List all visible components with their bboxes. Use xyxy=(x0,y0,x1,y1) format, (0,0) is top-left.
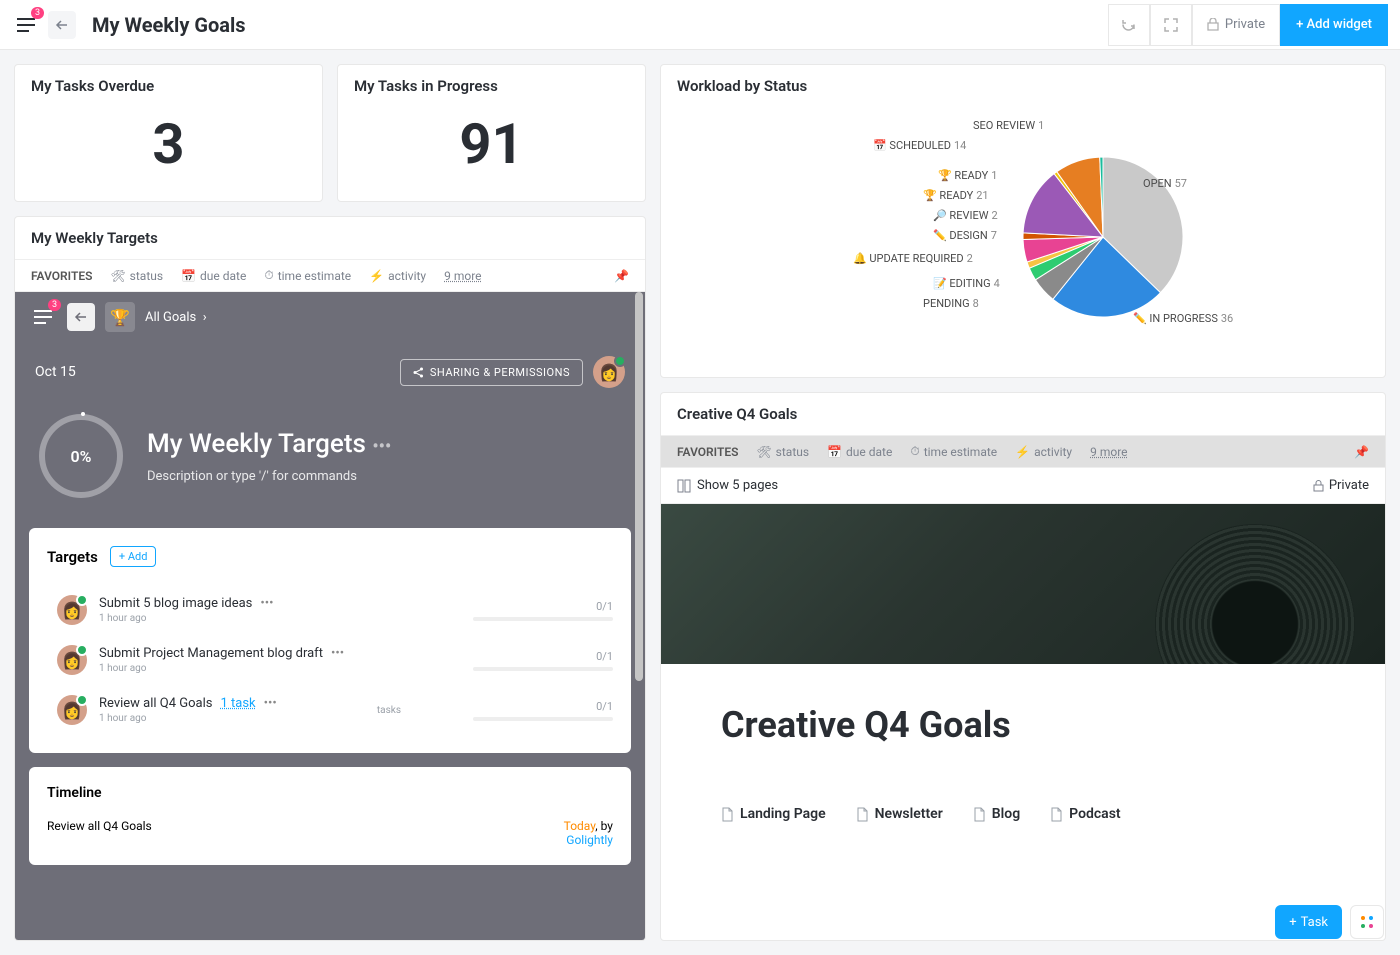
overdue-value: 3 xyxy=(15,107,322,201)
trophy-button[interactable]: 🏆 xyxy=(105,302,135,332)
menu-button[interactable]: 3 xyxy=(12,11,40,39)
pie-label: 📅 SCHEDULED14 xyxy=(873,139,966,152)
filter-favorites[interactable]: FAVORITES xyxy=(677,445,738,459)
pie-label: PENDING8 xyxy=(923,297,979,310)
in-progress-value: 91 xyxy=(338,107,645,201)
goals-hero-description[interactable]: Description or type '/' for commands xyxy=(147,469,391,484)
timeline-item[interactable]: Review all Q4 Goals xyxy=(47,819,152,847)
weekly-targets-card: My Weekly Targets FAVORITES 🛠status 📅due… xyxy=(14,216,646,941)
pie-label: 🔔 UPDATE REQUIRED2 xyxy=(853,252,973,265)
filter-status[interactable]: 🛠status xyxy=(110,269,163,283)
in-progress-label: My Tasks in Progress xyxy=(338,65,645,107)
creative-goals-card: Creative Q4 Goals FAVORITES 🛠status 📅due… xyxy=(660,392,1386,941)
private-button[interactable]: Private xyxy=(1192,4,1280,46)
filter-status[interactable]: 🛠status xyxy=(756,445,809,459)
page-title: My Weekly Goals xyxy=(92,13,246,37)
filter-more[interactable]: 9 more xyxy=(444,269,481,283)
workload-title: Workload by Status xyxy=(661,65,1385,107)
progress-bar xyxy=(473,717,613,721)
target-row[interactable]: 👩 Submit Project Management blog draft •… xyxy=(47,635,613,685)
filter-activity[interactable]: ⚡activity xyxy=(1015,445,1072,459)
target-row[interactable]: 👩 Review all Q4 Goals 1 task ••• 1 hour … xyxy=(47,685,613,735)
expand-button[interactable] xyxy=(1150,4,1192,46)
filter-due-date[interactable]: 📅due date xyxy=(181,269,246,283)
progress-bar xyxy=(473,667,613,671)
apps-button[interactable] xyxy=(1350,905,1384,939)
filter-time-estimate[interactable]: ⏱time estimate xyxy=(264,268,351,283)
creative-title: Creative Q4 Goals xyxy=(661,393,1385,435)
filter-due-date[interactable]: 📅due date xyxy=(827,445,892,459)
pie-label: ✏️ IN PROGRESS36 xyxy=(1133,312,1233,325)
refresh-button[interactable] xyxy=(1108,4,1150,46)
user-avatar[interactable]: 👩 xyxy=(593,356,625,388)
filter-activity[interactable]: ⚡activity xyxy=(369,269,426,283)
targets-heading: Targets xyxy=(47,548,98,566)
pie-label: OPEN57 xyxy=(1143,177,1187,190)
creative-hero-title: Creative Q4 Goals xyxy=(721,704,1325,746)
goals-breadcrumb[interactable]: All Goals › xyxy=(145,310,207,325)
assignee-avatar: 👩 xyxy=(57,595,87,625)
new-task-button[interactable]: + Task xyxy=(1275,905,1342,939)
add-target-button[interactable]: + Add xyxy=(110,546,157,567)
pin-icon[interactable]: 📌 xyxy=(1354,445,1369,459)
panel-menu-button[interactable]: 3 xyxy=(29,303,57,331)
pie-label: SEO REVIEW1 xyxy=(973,119,1044,132)
in-progress-card[interactable]: My Tasks in Progress 91 xyxy=(337,64,646,202)
task-link[interactable]: 1 task xyxy=(220,696,255,711)
pie-label: 🏆 READY21 xyxy=(923,189,989,202)
menu-badge: 3 xyxy=(31,7,44,19)
workload-card: Workload by Status OPEN57 ✏️ IN PROGRESS3… xyxy=(660,64,1386,378)
pie-label: 🏆 READY1 xyxy=(938,169,997,182)
private-indicator[interactable]: Private xyxy=(1313,478,1369,493)
goals-date: Oct 15 xyxy=(35,364,76,380)
overdue-card[interactable]: My Tasks Overdue 3 xyxy=(14,64,323,202)
pie-label: ✏️ DESIGN7 xyxy=(933,229,997,242)
share-icon xyxy=(413,367,424,378)
timeline-section: Timeline Review all Q4 Goals Today, by G… xyxy=(29,767,631,865)
panel-back-button[interactable] xyxy=(67,303,95,331)
show-pages-toggle[interactable]: Show 5 pages xyxy=(697,478,778,493)
target-row[interactable]: 👩 Submit 5 blog image ideas ••• 1 hour a… xyxy=(47,585,613,635)
sharing-permissions-button[interactable]: SHARING & PERMISSIONS xyxy=(400,359,583,386)
pie-chart[interactable]: OPEN57 ✏️ IN PROGRESS36 PENDING8 📝 EDITING4… xyxy=(743,117,1303,357)
creative-link[interactable]: Landing Page xyxy=(721,806,826,822)
filter-more[interactable]: 9 more xyxy=(1090,445,1127,459)
creative-hero-image xyxy=(661,504,1385,664)
filter-favorites[interactable]: FAVORITES xyxy=(31,269,92,283)
progress-bar xyxy=(473,617,613,621)
goals-hero-title: My Weekly Targets ••• xyxy=(147,429,391,459)
weekly-targets-title: My Weekly Targets xyxy=(15,217,645,259)
back-button[interactable] xyxy=(48,11,76,39)
pages-icon xyxy=(677,479,691,493)
lock-icon xyxy=(1313,480,1324,492)
creative-link[interactable]: Newsletter xyxy=(856,806,943,822)
filter-time-estimate[interactable]: ⏱time estimate xyxy=(910,444,997,459)
progress-ring: 0% xyxy=(39,414,123,498)
creative-filter-bar: FAVORITES 🛠status 📅due date ⏱time estima… xyxy=(661,435,1385,468)
assignee-avatar: 👩 xyxy=(57,645,87,675)
overdue-label: My Tasks Overdue xyxy=(15,65,322,107)
timeline-user-link[interactable]: Golightly xyxy=(566,833,613,847)
lock-icon xyxy=(1207,18,1219,31)
scrollbar-thumb[interactable] xyxy=(635,292,643,681)
filter-bar: FAVORITES 🛠status 📅due date ⏱time estima… xyxy=(15,259,645,292)
creative-link[interactable]: Blog xyxy=(973,806,1020,822)
pin-icon[interactable]: 📌 xyxy=(614,269,629,283)
pie-label: 🔎 REVIEW2 xyxy=(933,209,998,222)
goals-panel: 3 🏆 All Goals › Oct 15 SHARING & PERMISS… xyxy=(15,292,645,940)
top-bar: 3 My Weekly Goals Private + Add widget xyxy=(0,0,1400,50)
creative-link[interactable]: Podcast xyxy=(1050,806,1120,822)
assignee-avatar: 👩 xyxy=(57,695,87,725)
timeline-heading: Timeline xyxy=(47,785,613,801)
targets-list: Targets + Add 👩 Submit 5 blog image idea… xyxy=(29,528,631,753)
add-widget-button[interactable]: + Add widget xyxy=(1280,4,1388,46)
pie-label: 📝 EDITING4 xyxy=(933,277,1000,290)
